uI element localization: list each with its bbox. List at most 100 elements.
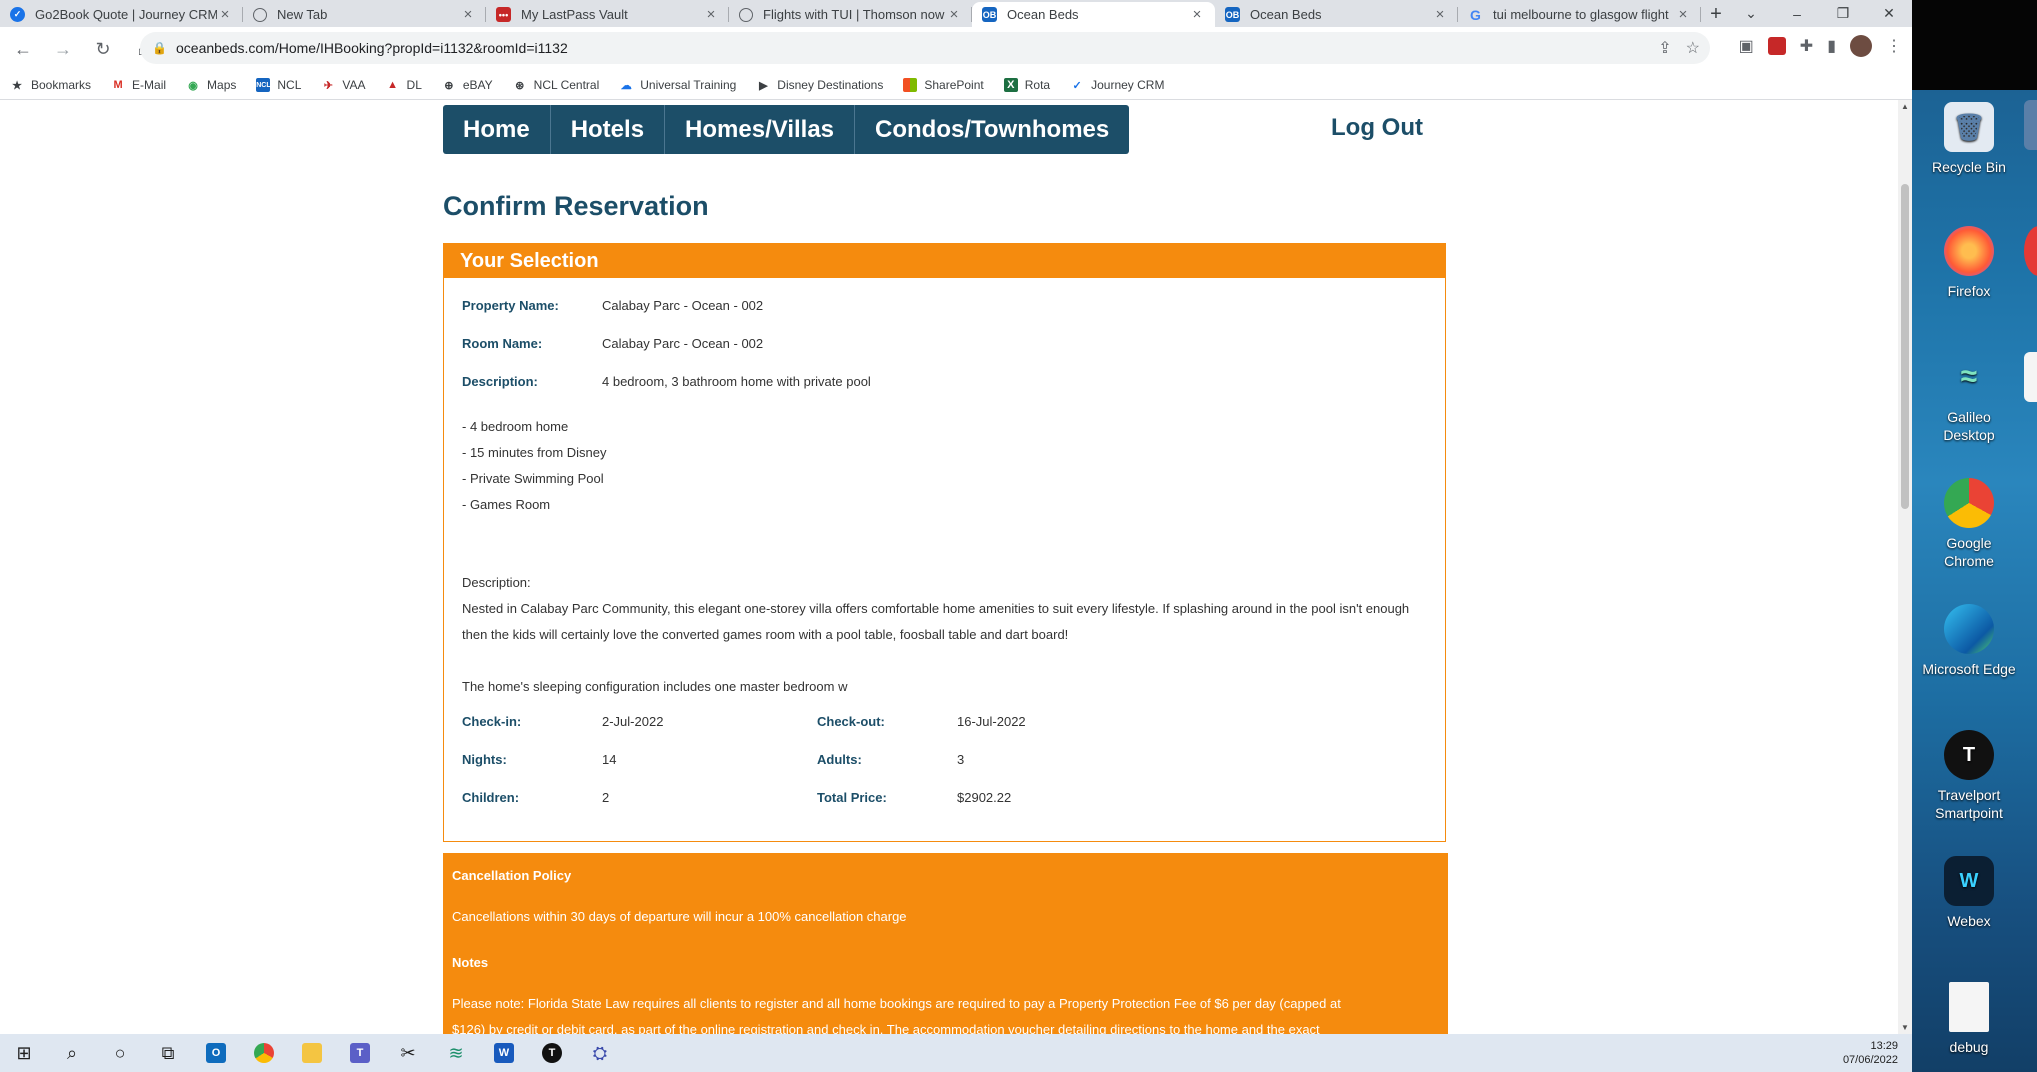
desktop-icon-edge[interactable]: Microsoft Edge (1920, 604, 2018, 678)
property-name-label: Property Name: (462, 298, 559, 313)
address-bar[interactable]: 🔒 oceanbeds.com/Home/IHBooking?propId=i1… (140, 32, 1710, 64)
bookmark-item[interactable]: ★ Bookmarks (10, 78, 91, 92)
close-tab-icon[interactable]: × (460, 6, 476, 23)
bookmark-item[interactable]: SharePoint (903, 78, 984, 92)
close-tab-icon[interactable]: × (217, 6, 233, 23)
partial-desktop-icon[interactable] (2024, 352, 2037, 402)
close-tab-icon[interactable]: × (946, 6, 962, 23)
scroll-up-icon[interactable]: ▲ (1898, 102, 1912, 111)
nav-home[interactable]: Home (443, 105, 551, 154)
desktop-icon-webex[interactable]: W Webex (1920, 856, 2018, 930)
feature-item: - Games Room (462, 497, 551, 512)
minimize-icon[interactable]: – (1774, 0, 1820, 27)
profile-avatar[interactable] (1850, 35, 1872, 57)
partial-desktop-icon[interactable] (2024, 100, 2037, 150)
scrollbar-thumb[interactable] (1901, 184, 1909, 509)
close-tab-icon[interactable]: × (703, 6, 719, 23)
lastpass-extension-icon[interactable] (1767, 37, 1786, 55)
browser-tab-6[interactable]: G tui melbourne to glasgow flight × (1458, 2, 1701, 27)
desktop-black-region (1912, 0, 2037, 90)
close-tab-icon[interactable]: × (1675, 6, 1691, 23)
lock-icon[interactable]: 🔒 (152, 41, 167, 55)
oceanbeds-favicon-icon: OB (982, 7, 997, 22)
outlook-icon[interactable]: O (192, 1034, 240, 1072)
vaa-icon: ✈ (323, 79, 334, 92)
extension-icon[interactable]: ▣ (1739, 36, 1754, 56)
side-panel-icon[interactable]: ▮ (1827, 36, 1836, 56)
nav-condos-townhomes[interactable]: Condos/Townhomes (855, 105, 1129, 154)
desktop-icon-galileo[interactable]: ≈ Galileo Desktop (1920, 352, 2018, 444)
bookmark-item[interactable]: ▲ DL (386, 78, 422, 92)
bookmark-item[interactable]: ▶ Disney Destinations (756, 78, 883, 92)
bookmark-item[interactable]: ⊕ eBAY (442, 78, 492, 92)
share-icon[interactable]: ⇪ (1658, 38, 1671, 58)
google-chrome-icon (1944, 478, 1994, 528)
browser-tab-1[interactable]: New Tab × (243, 2, 486, 27)
bookmark-item[interactable]: X Rota (1003, 78, 1050, 92)
new-tab-button[interactable]: + (1701, 2, 1731, 27)
tab-search-icon[interactable]: ⌄ (1728, 0, 1774, 27)
menu-kebab-icon[interactable]: ⋮ (1886, 36, 1902, 56)
chrome-icon[interactable] (240, 1034, 288, 1072)
start-windows-icon[interactable]: ⊞ (0, 1034, 48, 1072)
tab-title: Ocean Beds (1250, 7, 1322, 22)
forward-button[interactable]: → (46, 32, 80, 66)
bookmark-item[interactable]: ☁ Universal Training (619, 78, 737, 92)
nav-homes-villas[interactable]: Homes/Villas (665, 105, 856, 154)
reload-button[interactable]: ↻ (86, 32, 120, 66)
ncl-icon: NCL (256, 78, 271, 92)
journey-crm-favicon-icon: ✓ (10, 7, 25, 22)
galileo-icon[interactable]: ≋ (432, 1034, 480, 1072)
main-navigation: Home Hotels Homes/Villas Condos/Townhome… (443, 105, 1130, 154)
file-explorer-icon[interactable] (288, 1034, 336, 1072)
task-view-icon[interactable]: ⧉ (144, 1034, 192, 1072)
bookmark-item[interactable]: ✈ VAA (321, 78, 366, 92)
desktop-icon-recycle-bin[interactable]: 🗑 Recycle Bin (1920, 102, 2018, 176)
desktop-icon-travelport[interactable]: T Travelport Smartpoint (1920, 730, 2018, 822)
restore-icon[interactable]: ❐ (1820, 0, 1866, 27)
desktop-icon-firefox[interactable]: Firefox (1920, 226, 2018, 300)
browser-tab-4[interactable]: OB Ocean Beds × (972, 2, 1215, 27)
browser-tab-5[interactable]: OB Ocean Beds × (1215, 2, 1458, 27)
window-controls: ⌄ – ❐ ✕ (1728, 0, 1912, 27)
bookmark-item[interactable]: NCL NCL (256, 78, 301, 92)
browser-tab-0[interactable]: ✓ Go2Book Quote | Journey CRM × (0, 2, 243, 27)
bookmark-star-icon[interactable]: ☆ (1686, 38, 1700, 58)
travelport-icon[interactable]: T (528, 1034, 576, 1072)
clock-date: 07/06/2022 (1842, 1054, 1898, 1066)
universal-icon: ☁ (620, 79, 632, 92)
url-text[interactable]: oceanbeds.com/Home/IHBooking?propId=i113… (176, 40, 568, 56)
description-more: The home's sleeping configuration includ… (462, 679, 848, 694)
system-clock[interactable]: 13:29 07/06/2022 (1843, 1039, 1898, 1067)
close-tab-icon[interactable]: × (1189, 6, 1205, 23)
bookmark-item[interactable]: ◉ Maps (186, 78, 236, 92)
children-label: Children: (462, 790, 520, 805)
bookmark-item[interactable]: ✓ Journey CRM (1070, 78, 1164, 92)
nav-hotels[interactable]: Hotels (551, 105, 666, 154)
back-button[interactable]: ← (6, 32, 40, 66)
ebay-icon: ⊕ (444, 79, 454, 92)
word-icon[interactable]: W (480, 1034, 528, 1072)
logout-link[interactable]: Log Out (1331, 114, 1423, 142)
scroll-down-icon[interactable]: ▼ (1898, 1023, 1912, 1032)
partial-desktop-icon[interactable] (2024, 226, 2037, 276)
search-icon[interactable]: ⌕ (48, 1034, 96, 1072)
sharepoint-icon (903, 78, 918, 92)
desktop-icon-chrome[interactable]: Google Chrome (1920, 478, 2018, 570)
desktop-icon-debug[interactable]: debug (1920, 982, 2018, 1056)
puzzle-extensions-icon[interactable]: ✚ (1800, 36, 1813, 56)
page-scrollbar[interactable]: ▲ ▼ (1898, 100, 1912, 1034)
property-name-value: Calabay Parc - Ocean - 002 (602, 298, 764, 313)
snipping-tool-icon[interactable]: ✂ (384, 1034, 432, 1072)
bookmark-item[interactable]: M E-Mail (111, 78, 166, 92)
network-app-icon[interactable]: ⛭ (576, 1034, 624, 1072)
close-tab-icon[interactable]: × (1432, 6, 1448, 23)
browser-tab-3[interactable]: Flights with TUI | Thomson now × (729, 2, 972, 27)
google-favicon-icon: G (1470, 6, 1481, 23)
nights-value: 14 (602, 752, 617, 767)
bookmark-item[interactable]: ⊛ NCL Central (513, 78, 599, 92)
browser-tab-2[interactable]: ••• My LastPass Vault × (486, 2, 729, 27)
close-window-icon[interactable]: ✕ (1866, 0, 1912, 27)
teams-icon[interactable]: T (336, 1034, 384, 1072)
cortana-icon[interactable]: ○ (96, 1034, 144, 1072)
